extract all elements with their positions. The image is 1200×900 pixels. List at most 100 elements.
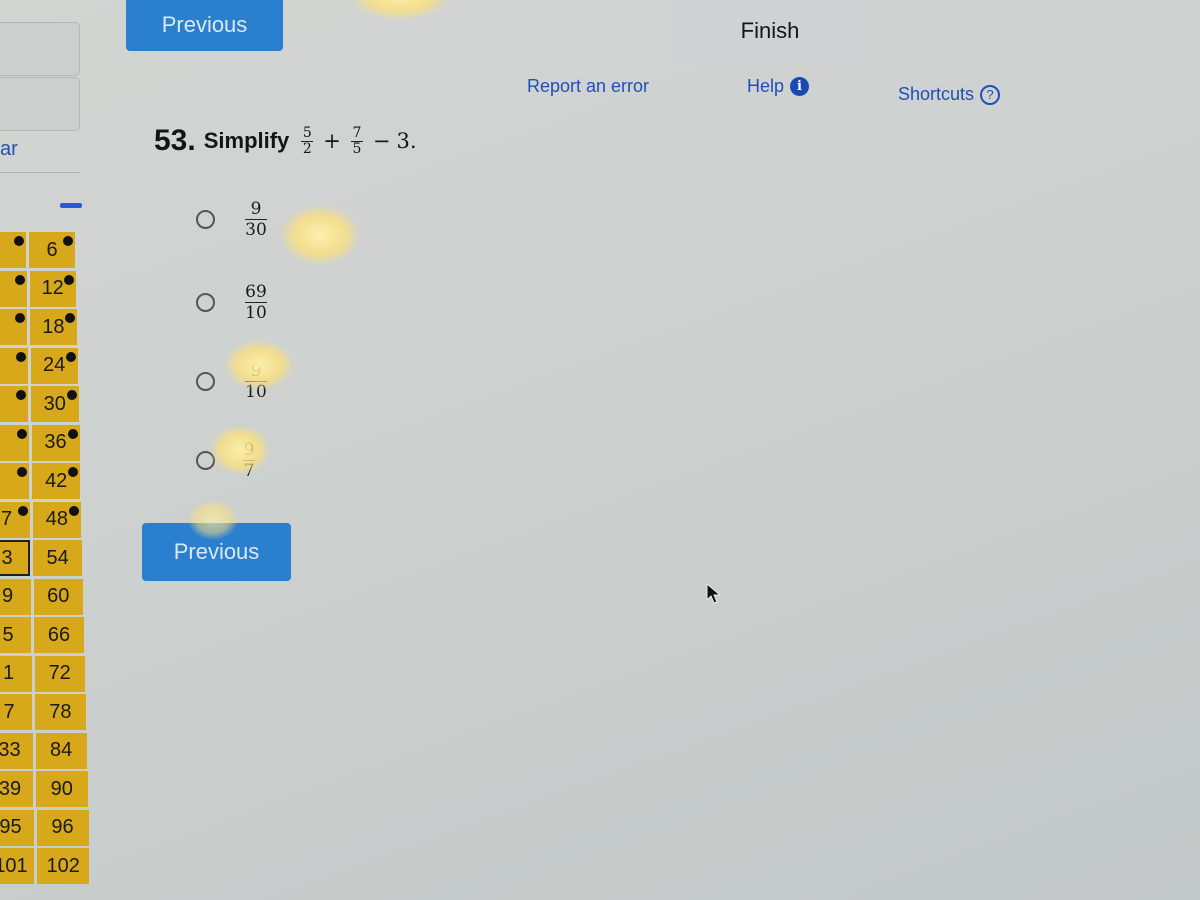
help-link[interactable]: Help i [747, 76, 810, 97]
help-label: Help [747, 76, 785, 96]
mouse-cursor-icon [706, 583, 722, 604]
glare-spot [280, 205, 360, 265]
answer-option[interactable]: 69 10 [196, 283, 267, 322]
question-grid-cell[interactable]: 9 [0, 578, 31, 615]
question-grid-cell[interactable]: 42 [32, 463, 81, 499]
answered-dot-icon [14, 236, 24, 246]
question-grid-cell[interactable] [0, 309, 27, 345]
question-grid-cell[interactable]: 6 [29, 232, 75, 268]
question-grid-cell[interactable]: 7 [0, 694, 32, 730]
question-grid-cell[interactable]: 102 [37, 848, 90, 884]
answered-dot-icon [67, 428, 78, 439]
question-number-label: 7 [0, 508, 13, 530]
question-number-label: 1 [2, 662, 15, 684]
answered-dot-icon [17, 467, 27, 477]
operator-minus: − [372, 129, 391, 153]
question-grid-cell[interactable] [0, 424, 29, 461]
option-fraction: 9 30 [245, 200, 267, 239]
answered-dot-icon [15, 313, 25, 323]
denominator: 2 [302, 140, 312, 157]
question-grid-cell[interactable]: 78 [35, 694, 86, 730]
numerator: 5 [302, 124, 312, 141]
answered-dot-icon [66, 390, 77, 400]
question-number-label: 101 [0, 854, 28, 877]
radio-button[interactable] [196, 372, 215, 391]
question-grid-cell[interactable] [0, 463, 29, 499]
question-grid-cell[interactable]: 5 [0, 617, 31, 653]
question-grid-cell[interactable]: 33 [0, 732, 33, 769]
radio-button[interactable] [196, 451, 215, 470]
question-number-label: 96 [51, 816, 74, 838]
question-grid-cell[interactable] [0, 386, 28, 422]
question-instruction: Simplify [203, 128, 290, 153]
question-number-label: 39 [0, 777, 22, 800]
answer-option[interactable]: 9 30 [196, 200, 267, 239]
question-number-label: 84 [49, 739, 73, 761]
question-number-label: 60 [47, 585, 70, 607]
radio-button[interactable] [196, 293, 215, 312]
nav-box[interactable] [0, 22, 80, 76]
question-grid-cell[interactable]: 12 [29, 270, 76, 307]
question-number: 53. [154, 124, 196, 157]
question-grid-cell[interactable]: 3 [0, 540, 30, 576]
question-grid-cell[interactable]: 72 [34, 655, 85, 692]
question-grid-cell[interactable]: 60 [33, 578, 84, 615]
report-error-link[interactable]: Report an error [527, 76, 649, 97]
question-grid-cell[interactable]: 30 [31, 386, 79, 422]
question-number-label: 24 [42, 354, 66, 376]
denominator: 10 [245, 303, 267, 323]
question-number-label: 36 [44, 431, 67, 453]
question-grid-cell[interactable] [0, 270, 27, 307]
question-grid-cell[interactable]: 96 [36, 809, 89, 846]
panel-label[interactable]: ar [0, 138, 18, 161]
question-number-label: 90 [50, 777, 73, 800]
radio-button[interactable] [196, 210, 215, 229]
question-grid-cell[interactable]: 84 [35, 732, 87, 769]
question-grid-cell[interactable]: 36 [31, 424, 80, 461]
collapse-indicator[interactable] [60, 203, 82, 208]
answer-option[interactable]: 9 10 [196, 362, 267, 401]
denominator: 7 [243, 461, 255, 481]
numerator: 9 [250, 199, 262, 219]
question-grid-cell[interactable]: 24 [30, 347, 78, 384]
answered-dot-icon [64, 313, 75, 323]
numerator: 7 [352, 124, 362, 141]
question-grid-cell[interactable]: 95 [0, 809, 34, 846]
question-grid-cell[interactable]: 54 [33, 540, 83, 576]
report-error-label: Report an error [527, 76, 650, 96]
answered-dot-icon [69, 505, 80, 516]
divider [0, 172, 80, 173]
question-grid-cell[interactable]: 66 [34, 617, 84, 653]
question-number-label: 6 [46, 238, 58, 261]
question-number-label: 72 [48, 662, 71, 684]
question-grid-cell[interactable] [0, 347, 28, 384]
numerator: 69 [245, 282, 267, 302]
question-grid-cell[interactable]: 39 [0, 771, 33, 807]
question-number-label: 30 [43, 392, 66, 415]
question-grid-cell[interactable]: 48 [32, 501, 82, 538]
question-prompt: 53. Simplify 5 2 + 7 5 − 3. [154, 124, 417, 158]
info-circle-icon: i [790, 77, 810, 96]
question-number-label: 48 [45, 508, 69, 530]
numerator: 9 [243, 440, 255, 460]
denominator: 10 [245, 382, 267, 402]
question-number-label: 54 [46, 546, 69, 569]
question-grid-cell[interactable]: 1 [0, 655, 32, 692]
question-grid-cell[interactable]: 18 [30, 309, 77, 345]
question-grid-cell[interactable]: 7 [0, 501, 30, 538]
previous-button-bottom[interactable]: Previous [142, 523, 291, 581]
finish-button[interactable]: Finish [670, 0, 870, 62]
question-grid-cell[interactable]: 101 [0, 848, 34, 884]
answered-dot-icon [16, 390, 26, 400]
option-fraction: 69 10 [245, 283, 267, 322]
nav-box[interactable] [0, 77, 80, 131]
question-grid-cell[interactable] [0, 232, 26, 268]
previous-button-top[interactable]: Previous [126, 0, 283, 51]
answered-dot-icon [63, 274, 74, 285]
answered-dot-icon [15, 351, 26, 362]
answer-option[interactable]: 9 7 [196, 441, 255, 480]
question-grid-cell[interactable]: 90 [36, 771, 88, 807]
option-fraction: 9 7 [243, 441, 255, 480]
question-number-label: 7 [3, 700, 15, 723]
shortcuts-link[interactable]: Shortcuts ? [898, 84, 1001, 105]
